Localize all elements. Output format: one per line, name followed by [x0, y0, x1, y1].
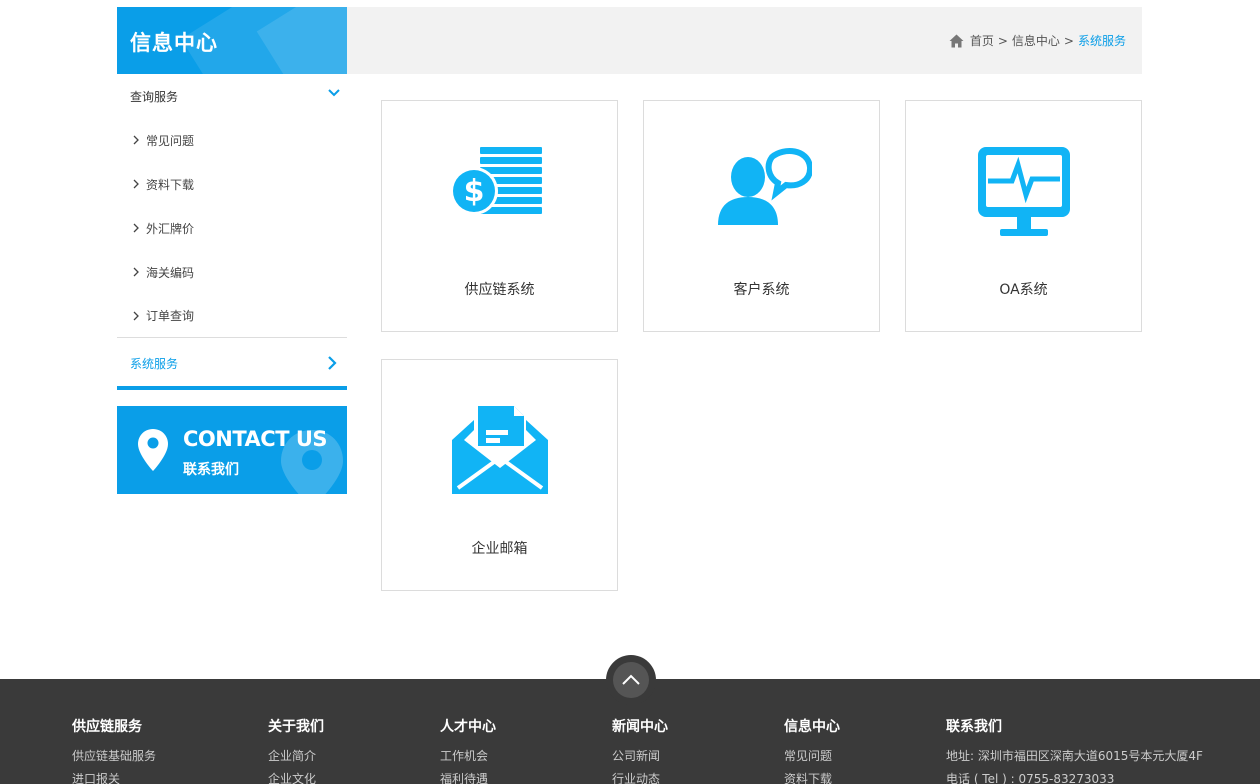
sidebar-group-query[interactable]: 查询服务: [117, 74, 347, 118]
mail-icon: [451, 406, 548, 494]
back-to-top-inner: [613, 662, 649, 698]
card-label: OA系统: [999, 282, 1048, 298]
footer-link[interactable]: 企业简介: [268, 747, 324, 770]
contact-title-en: CONTACT US: [183, 427, 328, 451]
breadcrumb-home[interactable]: 首页: [970, 32, 994, 49]
footer-heading[interactable]: 关于我们: [268, 716, 324, 736]
card-supply-chain-system[interactable]: $ 供应链系统: [381, 100, 618, 332]
footer-column-about: 关于我们 企业简介 企业文化: [268, 716, 324, 784]
card-label: 企业邮箱: [471, 541, 528, 557]
home-icon[interactable]: [949, 34, 964, 48]
footer-link[interactable]: 供应链基础服务: [72, 747, 156, 770]
back-to-top-button[interactable]: [606, 655, 656, 705]
sidebar-group-label: 查询服务: [130, 89, 179, 104]
footer-heading: 联系我们: [946, 719, 1002, 735]
sidebar-item-system-services[interactable]: 系统服务: [117, 341, 347, 390]
chevron-right-icon: [133, 179, 139, 189]
footer-link[interactable]: 企业文化: [268, 770, 324, 784]
contact-title-cn: 联系我们: [183, 462, 239, 478]
sidebar-item-label: 外汇牌价: [146, 221, 195, 236]
footer-link[interactable]: 福利待遇: [440, 770, 496, 784]
footer-address: 地址: 深圳市福田区深南大道6015号本元大厦4F: [946, 749, 1203, 763]
card-label: 客户系统: [733, 282, 790, 298]
breadcrumb-section[interactable]: 信息中心: [1012, 32, 1060, 49]
contact-us-banner[interactable]: CONTACT US 联系我们: [117, 406, 347, 494]
chevron-right-icon: [328, 356, 337, 370]
sidebar-item-label: 常见问题: [146, 133, 195, 148]
chevron-right-icon: [133, 135, 139, 145]
chevron-right-icon: [133, 311, 139, 320]
breadcrumb-separator: >: [997, 33, 1008, 48]
coins-icon: $: [449, 147, 542, 215]
footer-heading[interactable]: 人才中心: [440, 716, 496, 736]
footer-column-info: 信息中心 常见问题 资料下载: [784, 716, 840, 784]
sidebar-item-label: 资料下载: [146, 177, 195, 192]
sidebar-item-order-query[interactable]: 订单查询: [117, 294, 347, 338]
breadcrumb-separator: >: [1063, 33, 1074, 48]
chevron-down-icon: [328, 89, 340, 97]
user-chat-icon: [717, 148, 812, 225]
breadcrumb-bar: 首页 > 信息中心 > 系统服务: [347, 7, 1142, 74]
footer-link[interactable]: 进口报关: [72, 770, 156, 784]
chevron-up-icon: [622, 674, 640, 685]
footer-link[interactable]: 工作机会: [440, 747, 496, 770]
monitor-icon: [977, 147, 1070, 236]
sidebar-item-customs-code[interactable]: 海关编码: [117, 250, 347, 294]
sidebar-item-label: 系统服务: [130, 357, 179, 371]
footer-column-contact: 联系我们 地址: 深圳市福田区深南大道6015号本元大厦4F 电话 ( Tel …: [946, 716, 1203, 784]
card-label: 供应链系统: [464, 282, 535, 298]
breadcrumb-current: 系统服务: [1077, 34, 1126, 48]
footer-heading[interactable]: 新闻中心: [612, 716, 668, 736]
svg-text:$: $: [463, 174, 484, 209]
sidebar-item-downloads[interactable]: 资料下载: [117, 162, 347, 206]
sidebar-item-faq[interactable]: 常见问题: [117, 118, 347, 162]
footer-link[interactable]: 资料下载: [784, 770, 840, 784]
page: 信息中心 查询服务 常见问题 资料下载 外汇牌价 海关编码 订单查询 系统服务 …: [0, 0, 1260, 784]
footer-column-news: 新闻中心 公司新闻 行业动态: [612, 716, 668, 784]
sidebar-item-exchange-rates[interactable]: 外汇牌价: [117, 206, 347, 250]
sidebar-item-label: 订单查询: [146, 309, 195, 323]
footer-link[interactable]: 常见问题: [784, 747, 840, 770]
footer-link[interactable]: 行业动态: [612, 770, 668, 784]
footer-link[interactable]: 公司新闻: [612, 747, 668, 770]
card-enterprise-mail[interactable]: 企业邮箱: [381, 359, 618, 591]
location-pin-icon: [138, 429, 168, 471]
chevron-right-icon: [133, 267, 139, 277]
footer-column-supply-chain: 供应链服务 供应链基础服务 进口报关: [72, 716, 156, 784]
card-oa-system[interactable]: OA系统: [905, 100, 1142, 332]
sidebar-header: 信息中心: [117, 7, 347, 74]
sidebar-menu: 查询服务 常见问题 资料下载 外汇牌价 海关编码 订单查询: [117, 74, 347, 338]
breadcrumb: 首页 > 信息中心 > 系统服务: [949, 32, 1126, 49]
footer-column-talent: 人才中心 工作机会 福利待遇: [440, 716, 496, 784]
sidebar-title: 信息中心: [130, 31, 218, 55]
card-customer-system[interactable]: 客户系统: [643, 100, 880, 332]
sidebar-item-label: 海关编码: [146, 265, 195, 280]
footer-heading[interactable]: 供应链服务: [72, 716, 156, 736]
footer-heading[interactable]: 信息中心: [784, 716, 840, 736]
chevron-right-icon: [133, 223, 139, 233]
footer-phone: 电话 ( Tel ) : 0755-83273033: [946, 772, 1115, 784]
